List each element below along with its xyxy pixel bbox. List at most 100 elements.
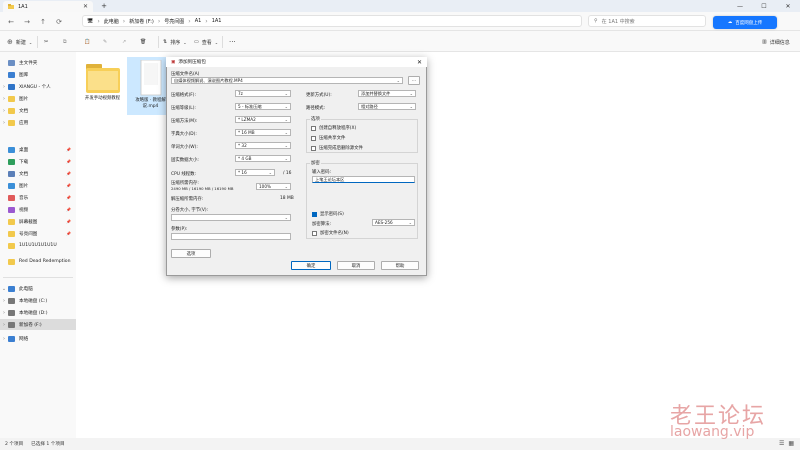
archive-name-input[interactable]: 自媒体视频解说、演说图片教程.MP4 ⌄ [171, 77, 403, 84]
sidebar-item[interactable]: › 本地磁盘 (D:) [0, 307, 76, 318]
copy-icon[interactable]: ⧉ [63, 37, 67, 47]
sidebar-item[interactable]: › 网络 [0, 333, 76, 344]
breadcrumb-item[interactable]: A1 [195, 18, 202, 24]
ok-button[interactable]: 确定 [291, 261, 331, 270]
maximize-icon[interactable]: ☐ [752, 0, 776, 12]
checkbox-checked[interactable] [312, 211, 317, 217]
search-placeholder: 在 1A1 中搜索 [601, 18, 635, 25]
sidebar-item[interactable]: 文档 📌 [0, 168, 76, 179]
solid-block-select[interactable]: * 4 GB ⌄ [235, 155, 291, 162]
sidebar-item[interactable]: 号亮间图 📌 [0, 228, 76, 239]
folder-icon [8, 107, 15, 114]
checkbox[interactable] [311, 125, 316, 131]
delete-after-checkbox[interactable]: 压缩完成后删除源文件 [311, 145, 363, 151]
password-input[interactable]: 上笔王论坛本区 [312, 176, 415, 183]
close-window-icon[interactable]: ✕ [776, 0, 800, 12]
sidebar-item[interactable]: 音乐 📌 [0, 192, 76, 203]
parameters-input[interactable] [171, 233, 291, 240]
chevron-icon[interactable]: › [0, 120, 8, 126]
help-button[interactable]: 帮助 [381, 261, 419, 270]
tiles-view-icon[interactable]: ▦ [788, 440, 794, 447]
sidebar-item[interactable]: › 应用 [0, 117, 76, 128]
checkbox[interactable] [312, 230, 317, 236]
sidebar-item[interactable]: 视频 📌 [0, 204, 76, 215]
solid-block-value: * 4 GB [238, 156, 252, 161]
browse-button[interactable]: … [408, 76, 420, 85]
breadcrumb-item[interactable]: 新加卷 (F:) [129, 18, 154, 25]
forward-icon[interactable]: → [22, 17, 32, 27]
level-select[interactable]: 5 - 标准压缩 ⌄ [235, 103, 291, 110]
up-icon[interactable]: ↑ [38, 17, 48, 27]
breadcrumb-item[interactable]: 此电脑 [104, 18, 119, 25]
chevron-icon[interactable]: › [0, 310, 8, 316]
rename-icon[interactable]: ✎ [103, 37, 107, 47]
chevron-icon[interactable]: › [0, 336, 8, 342]
update-mode-select[interactable]: 添加并替换文件 ⌄ [358, 90, 416, 97]
cpu-threads-select[interactable]: * 16 ⌄ [235, 169, 275, 176]
details-view-icon[interactable]: ☰ [779, 440, 784, 447]
sidebar-item[interactable]: › 图片 [0, 93, 76, 104]
cancel-button[interactable]: 取消 [337, 261, 375, 270]
share-icon[interactable]: ↗ [122, 37, 126, 47]
format-select[interactable]: 7z ⌄ [235, 90, 291, 97]
dialog-close-icon[interactable]: ✕ [417, 59, 422, 66]
breadcrumb-item[interactable]: 1A1 [212, 18, 222, 24]
search-input[interactable]: ⚲ 在 1A1 中搜索 [588, 15, 706, 27]
baidu-upload-button[interactable]: ☁ 百度网盘上传 [713, 16, 777, 29]
sidebar-item[interactable]: 图片 📌 [0, 180, 76, 191]
encrypt-names-checkbox[interactable]: 加密文件名(N) [312, 230, 349, 236]
checkbox[interactable] [311, 135, 316, 141]
sidebar-item[interactable]: Red Dead Redemption [0, 256, 76, 267]
breadcrumb-item[interactable]: 号亮间图 [164, 18, 184, 25]
shared-files-checkbox[interactable]: 压缩共享文件 [311, 135, 345, 141]
details-button[interactable]: ▥ 详细信息 [762, 37, 790, 47]
sidebar-divider [3, 277, 73, 278]
checkbox[interactable] [311, 145, 316, 151]
method-select[interactable]: * LZMA2 ⌄ [235, 116, 291, 123]
tab-close-icon[interactable]: ✕ [83, 3, 88, 10]
sidebar-item[interactable]: ⌄ 此电脑 [0, 283, 76, 294]
more-button[interactable]: ··· [229, 37, 236, 47]
sidebar-item[interactable]: 桌面 📌 [0, 144, 76, 155]
sidebar-item[interactable]: 主文件夹 [0, 57, 76, 68]
password-value: 上笔王论坛本区 [315, 176, 345, 182]
dictionary-select[interactable]: * 16 MB ⌄ [235, 129, 291, 136]
chevron-icon[interactable]: › [0, 298, 8, 304]
sidebar-item[interactable]: 屏幕截图 📌 [0, 216, 76, 227]
sidebar-item[interactable]: › 文档 [0, 105, 76, 116]
delete-icon[interactable]: 🗑 [140, 37, 146, 47]
sidebar-item-label: 桌面 [19, 147, 29, 153]
sidebar-item[interactable]: › 新加卷 (F:) [0, 319, 76, 330]
sidebar-item[interactable]: › 本地磁盘 (C:) [0, 295, 76, 306]
path-mode-select[interactable]: 相对路径 ⌄ [358, 103, 416, 110]
back-icon[interactable]: ← [6, 17, 16, 27]
minimize-icon[interactable]: — [728, 0, 752, 12]
sfx-checkbox[interactable]: 创建自释放程序(X) [311, 125, 356, 131]
split-volume-select[interactable]: ⌄ [171, 214, 291, 221]
encryption-method-select[interactable]: AES-256 ⌄ [372, 219, 415, 226]
level-label: 压缩等级(L): [171, 106, 196, 111]
chevron-icon[interactable]: › [0, 96, 8, 102]
sort-button[interactable]: ⇅ 排序 ⌄ [163, 37, 187, 47]
sidebar-item[interactable]: 1U1U1U1U1U1U [0, 240, 76, 251]
word-size-select[interactable]: * 32 ⌄ [235, 142, 291, 149]
sidebar-item[interactable]: 图库 [0, 69, 76, 80]
options-button[interactable]: 选项 [171, 249, 211, 258]
chevron-icon[interactable]: › [0, 84, 8, 90]
tab-1a1[interactable]: 1A1 ✕ [3, 1, 93, 12]
view-button[interactable]: ▭ 查看 ⌄ [194, 37, 218, 47]
cut-icon[interactable]: ✂ [44, 37, 48, 47]
address-bar[interactable]: 🖥 › 此电脑 › 新加卷 (F:) › 号亮间图 › A1 › 1A1 [82, 15, 582, 27]
paste-icon[interactable]: 📋 [84, 37, 90, 47]
chevron-icon[interactable]: › [0, 108, 8, 114]
memory-percent-select[interactable]: 100% ⌄ [256, 183, 291, 190]
new-tab-button[interactable]: + [99, 1, 109, 11]
folder-item[interactable]: 开发手动视频教程 [79, 57, 126, 115]
new-button[interactable]: ⊕ 新建 ⌄ [7, 37, 32, 47]
refresh-icon[interactable]: ⟳ [54, 17, 64, 27]
sidebar-item[interactable]: 下载 📌 [0, 156, 76, 167]
chevron-icon[interactable]: › [0, 322, 8, 328]
sidebar-item[interactable]: › XIANGU - 个人 [0, 81, 76, 92]
show-password-checkbox[interactable]: 显示密码(S) [312, 211, 344, 217]
chevron-icon[interactable]: ⌄ [0, 286, 8, 292]
